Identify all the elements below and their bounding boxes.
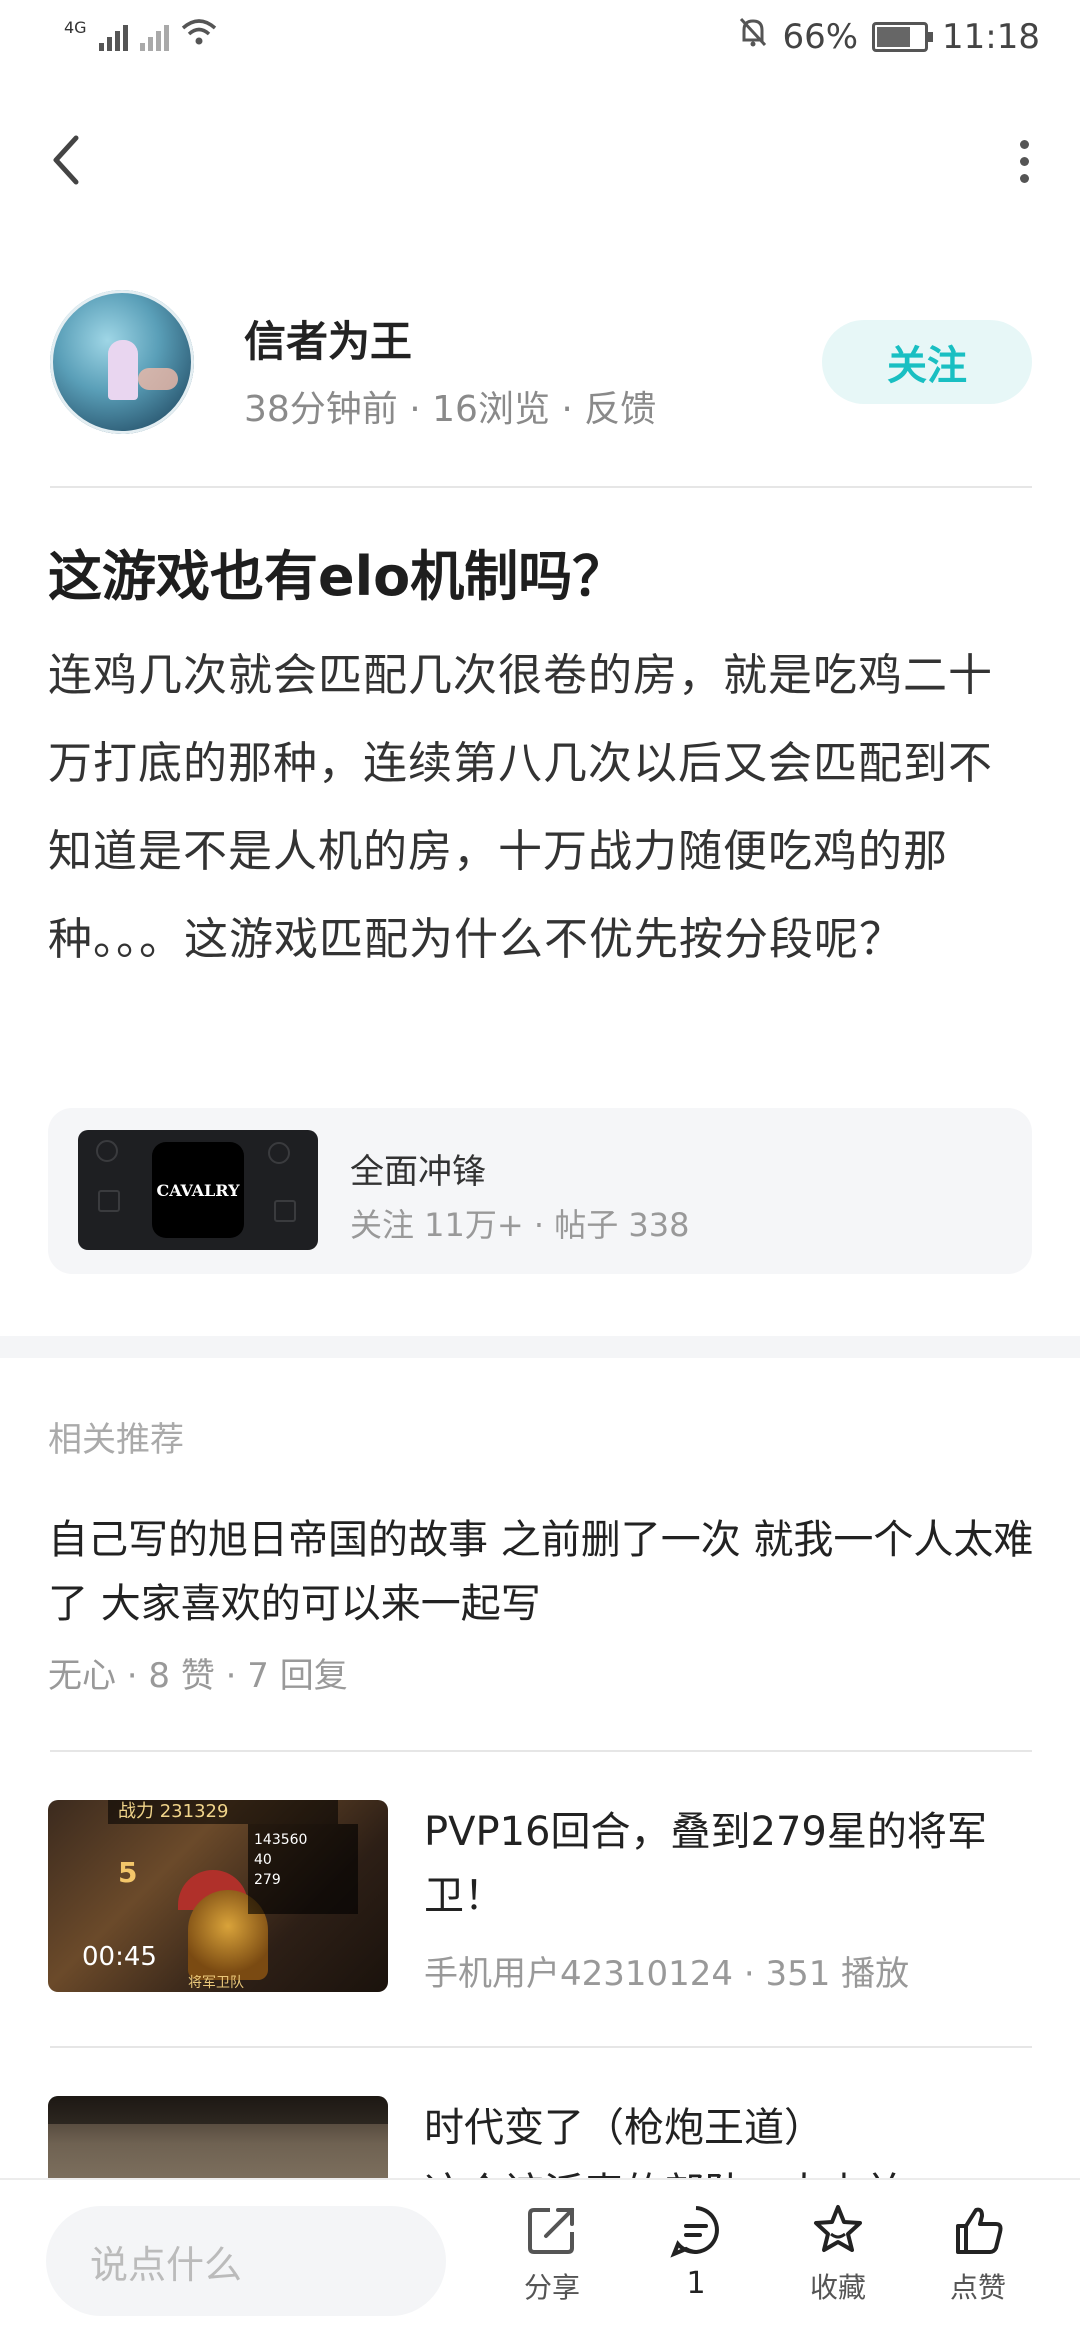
comment-icon <box>670 2206 719 2258</box>
signal-icon-2 <box>139 21 169 51</box>
video-thumbnail[interactable]: 战力 231329 143560 40 279 5 将军卫队 00:45 <box>48 1800 388 1992</box>
mute-bell-icon <box>738 16 768 57</box>
thumb-power: 战力 231329 <box>108 1800 338 1824</box>
thumbs-up-icon <box>956 2207 1003 2254</box>
back-button[interactable] <box>44 124 92 194</box>
post-body: 连鸡几次就会匹配几次很卷的房，就是吃鸡二十万打底的那种，连续第八几次以后又会匹配… <box>48 650 993 965</box>
thumb-stat: 279 <box>254 1872 281 1888</box>
share-button[interactable]: 分享 <box>492 2202 612 2306</box>
recommendation-meta: 无心 · 8 赞 · 7 回复 <box>48 1656 348 1696</box>
network-type: 4G <box>64 18 87 37</box>
favorite-label: 收藏 <box>809 2271 866 2304</box>
like-label: 点赞 <box>949 2271 1006 2304</box>
share-label: 分享 <box>523 2271 580 2304</box>
game-logo-text: CAVALRY <box>156 1180 240 1200</box>
recommendation-meta: 手机用户42310124 · 351 播放 <box>424 1954 910 1994</box>
recommendation-title[interactable]: 时代变了（枪炮王道） <box>424 2096 824 2160</box>
share-icon <box>528 2208 574 2254</box>
post-title: 这游戏也有elo机制吗？ <box>48 545 627 608</box>
game-logo: CAVALRY <box>152 1142 244 1238</box>
chevron-left-icon <box>53 135 79 185</box>
battery-icon <box>872 21 934 52</box>
comment-button[interactable]: 1 <box>636 2202 756 2301</box>
wifi-icon <box>181 18 217 51</box>
section-separator <box>0 1336 1080 1358</box>
game-card[interactable]: CAVALRY 全面冲锋 关注 11万+ · 帖子 338 <box>48 1108 1032 1274</box>
follow-button[interactable]: 关注 <box>822 320 1032 404</box>
thumb-caption: 将军卫队 <box>188 1975 244 1991</box>
signal-icon <box>98 21 128 51</box>
comment-input[interactable]: 说点什么 <box>46 2206 446 2316</box>
favorite-button[interactable]: 收藏 <box>778 2202 898 2306</box>
divider <box>50 1750 1032 1752</box>
game-name: 全面冲锋 <box>350 1152 486 1192</box>
status-bar: 4G 66% 11:18 <box>0 0 1080 75</box>
more-options-button[interactable] <box>1016 140 1032 184</box>
comment-count: 1 <box>686 2266 706 2301</box>
star-icon <box>814 2205 862 2252</box>
game-meta: 关注 11万+ · 帖子 338 <box>350 1206 690 1244</box>
author-avatar[interactable] <box>50 290 194 434</box>
game-thumbnail: CAVALRY <box>78 1130 318 1250</box>
status-right: 66% 11:18 <box>738 16 1040 57</box>
thumb-stats: 143560 40 279 <box>248 1824 358 1914</box>
more-vertical-icon <box>1016 140 1032 183</box>
divider <box>50 486 1032 488</box>
signal-indicators: 4G <box>64 18 217 51</box>
video-duration: 00:45 <box>82 1942 157 1972</box>
thumb-stat: 40 <box>254 1852 272 1868</box>
divider <box>50 2046 1032 2048</box>
like-button[interactable]: 点赞 <box>918 2202 1038 2306</box>
battery-percent: 66% <box>782 16 859 57</box>
author-name[interactable]: 信者为王 <box>244 308 412 369</box>
recommendations-header: 相关推荐 <box>48 1420 184 1460</box>
bottom-action-bar: 说点什么 分享 1 收藏 点赞 <box>0 2178 1080 2342</box>
thumb-level: 5 <box>118 1856 138 1889</box>
recommendation-title[interactable]: PVP16回合，叠到279星的将军卫！ <box>424 1800 1034 1928</box>
clock: 11:18 <box>942 16 1040 57</box>
thumb-stat: 143560 <box>254 1832 308 1848</box>
author-meta: 38分钟前 · 16浏览 · 反馈 <box>244 389 657 430</box>
recommendation-title[interactable]: 自己写的旭日帝国的故事 之前删了一次 就我一个人太难了 大家喜欢的可以来一起写 <box>48 1508 1038 1636</box>
